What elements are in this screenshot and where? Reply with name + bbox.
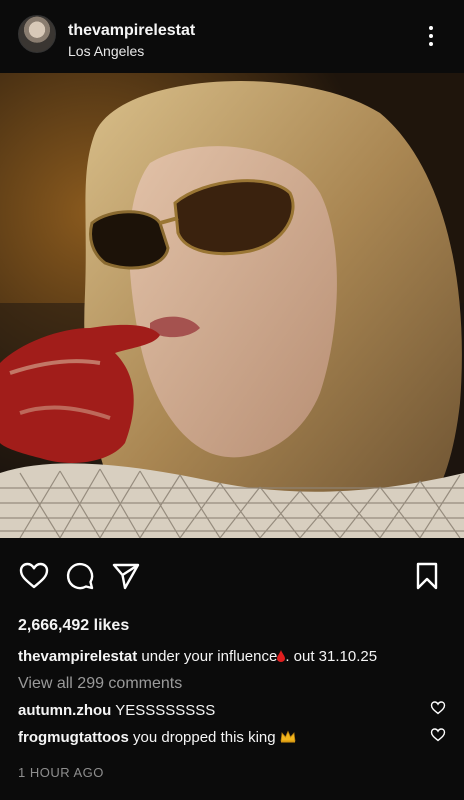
avatar[interactable]: [18, 15, 56, 53]
action-bar: [0, 560, 464, 600]
comment-text: YESSSSSSSS: [115, 702, 216, 719]
comment-row: frogmugtattoos you dropped this king: [18, 729, 296, 746]
share-icon[interactable]: [110, 560, 142, 592]
post-header: thevampirelestat Los Angeles: [0, 0, 464, 72]
comment-icon[interactable]: [64, 560, 96, 592]
post-location[interactable]: Los Angeles: [68, 43, 144, 59]
comment-heart-icon[interactable]: [430, 727, 446, 743]
post-photo-image: [0, 73, 464, 538]
caption-text-end: . out 31.10.25: [285, 648, 378, 665]
comment-username[interactable]: frogmugtattoos: [18, 729, 129, 746]
post-timestamp: 1 HOUR AGO: [18, 765, 104, 780]
post-photo[interactable]: [0, 73, 464, 538]
bookmark-icon[interactable]: [411, 560, 443, 592]
crown-emoji: [280, 730, 296, 743]
heart-icon[interactable]: [18, 560, 50, 592]
likes-count[interactable]: 2,666,492 likes: [18, 617, 129, 635]
view-all-comments-link[interactable]: View all 299 comments: [18, 675, 182, 693]
post-username[interactable]: thevampirelestat: [68, 22, 195, 40]
more-icon[interactable]: [423, 24, 439, 48]
caption-username[interactable]: thevampirelestat: [18, 648, 137, 665]
comment-heart-icon[interactable]: [430, 700, 446, 716]
comment-row: autumn.zhou YESSSSSSSS: [18, 702, 215, 719]
post-caption: thevampirelestat under your influence . o…: [18, 648, 377, 665]
comment-text: you dropped this king: [133, 729, 276, 746]
comment-username[interactable]: autumn.zhou: [18, 702, 111, 719]
caption-text: under your influence: [141, 648, 278, 665]
